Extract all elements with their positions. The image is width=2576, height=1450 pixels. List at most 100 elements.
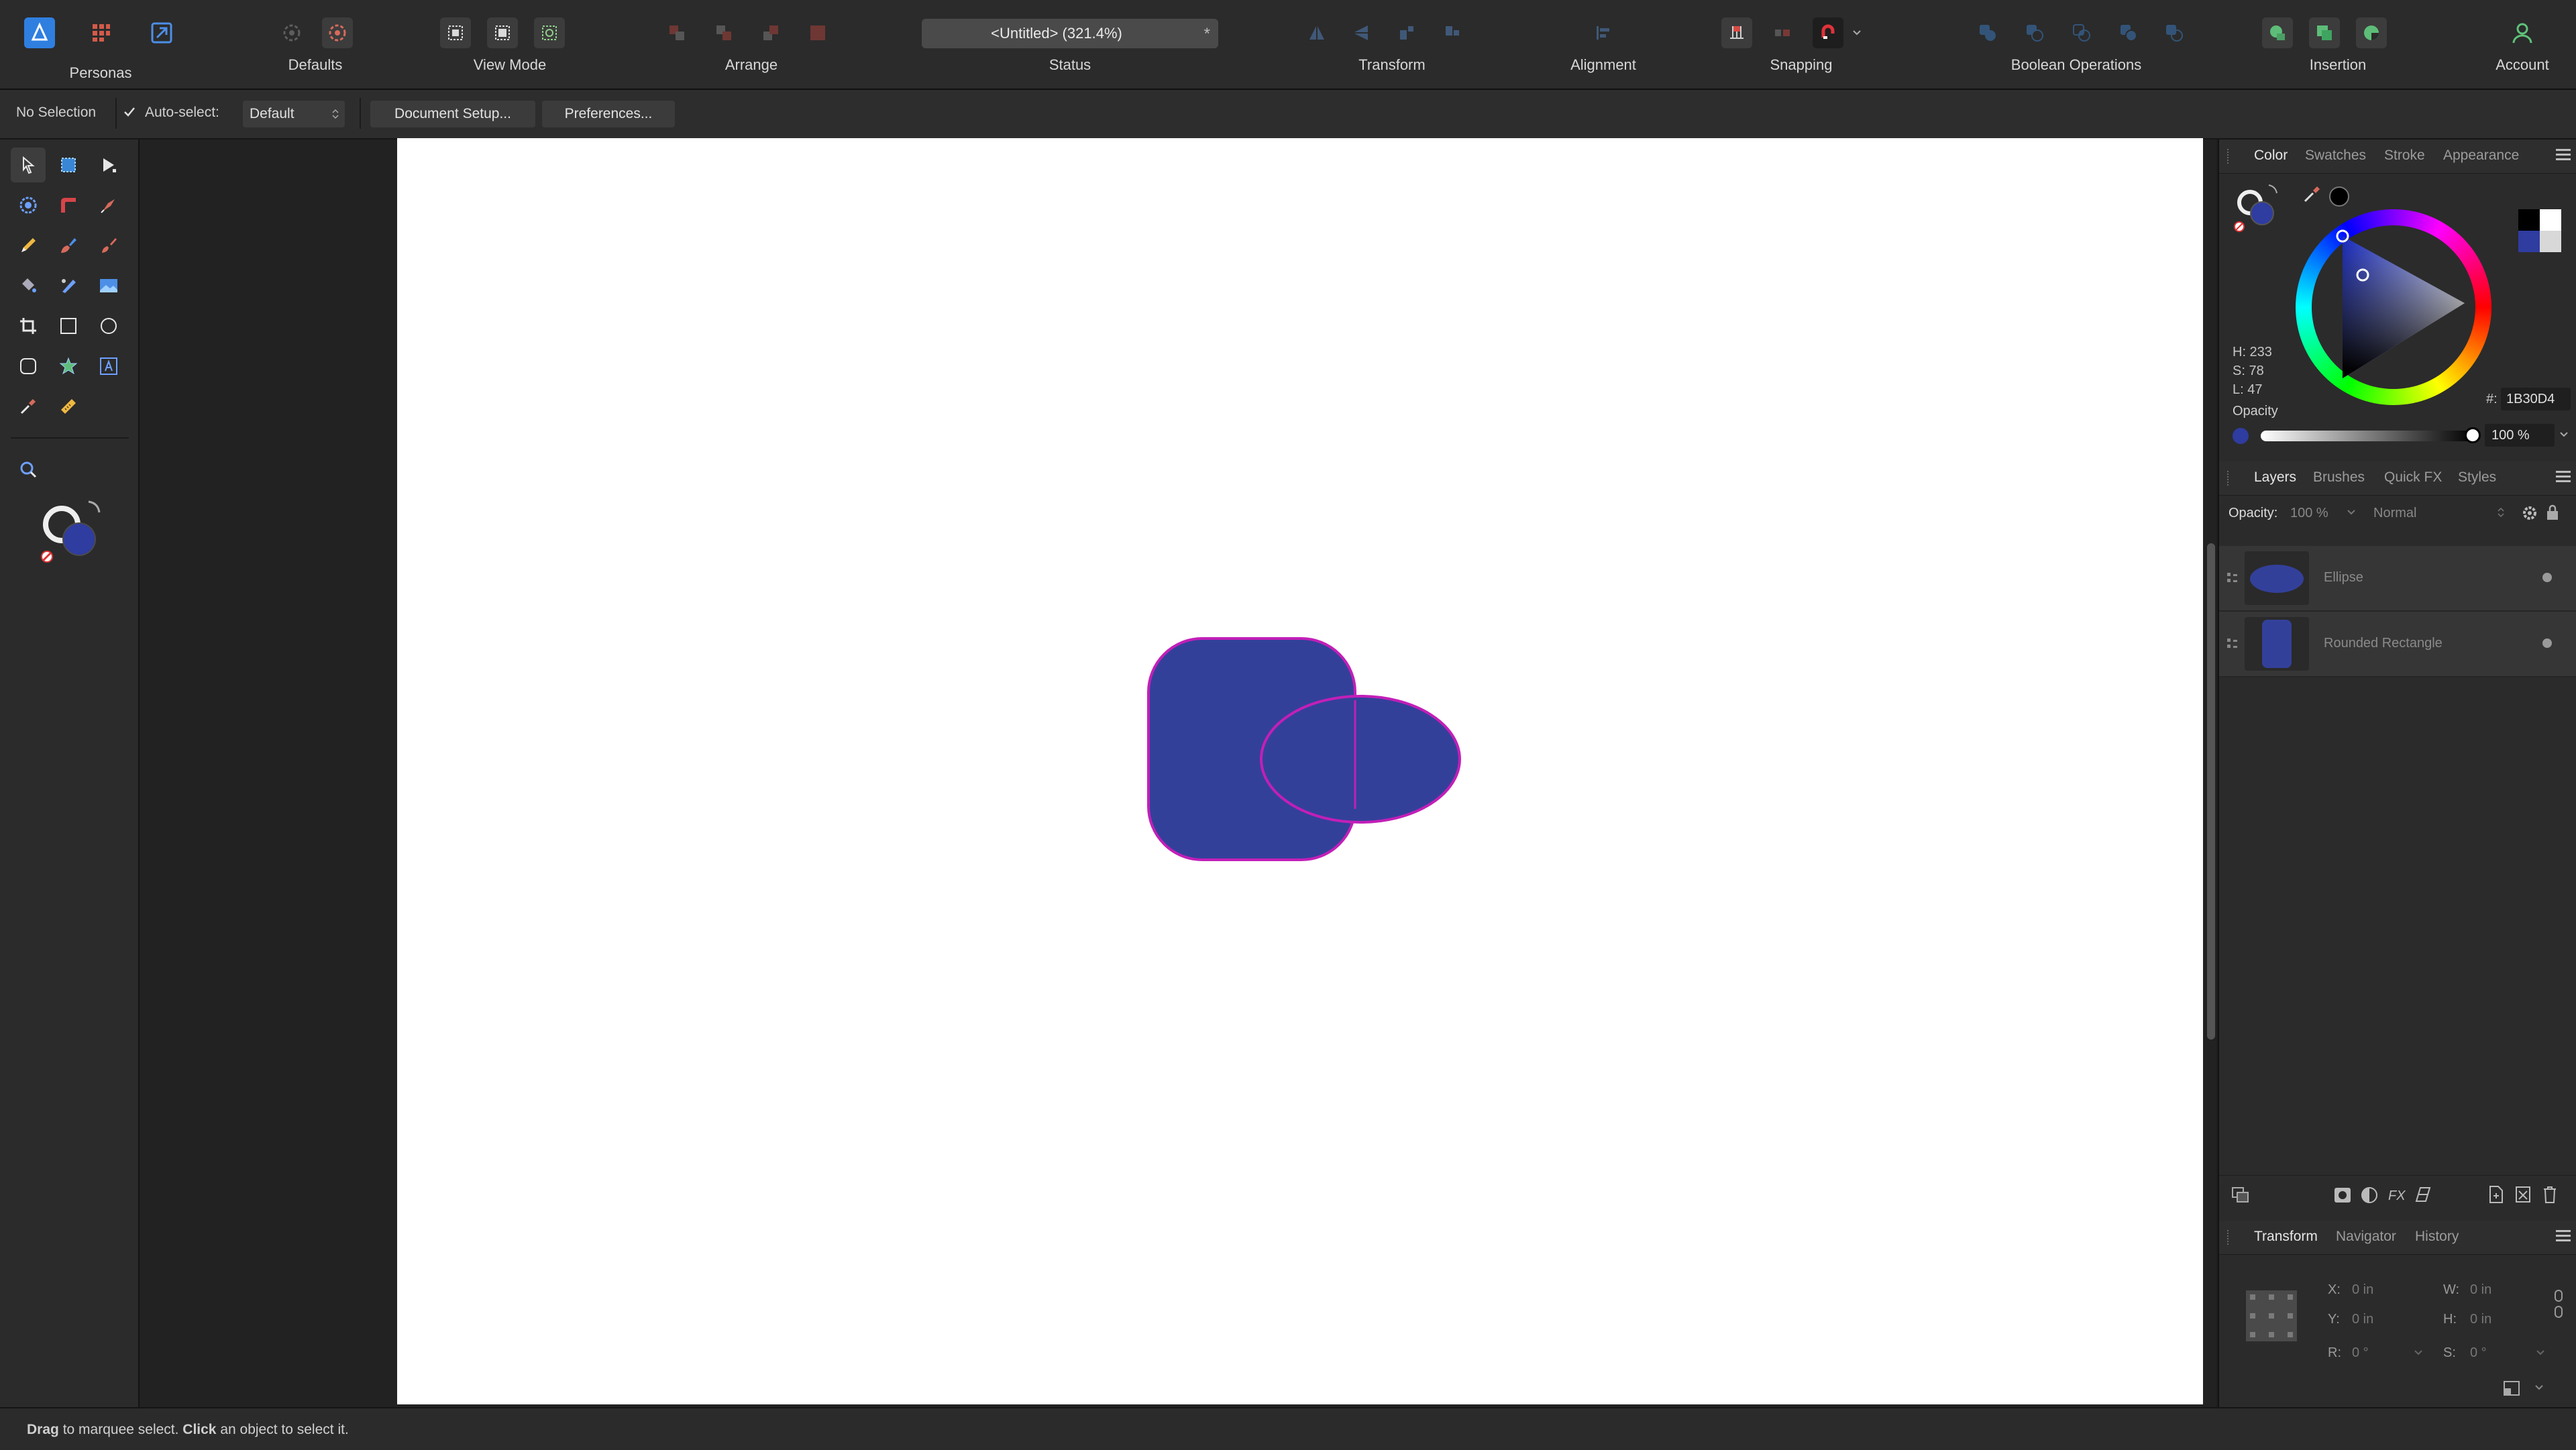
layers-panel-menu-icon[interactable] xyxy=(2556,471,2571,483)
adjustment-layer-icon[interactable] xyxy=(2360,1186,2379,1204)
boolean-intersect-icon[interactable] xyxy=(2066,17,2097,48)
pencil-tool-icon[interactable] xyxy=(11,228,46,263)
tab-layers[interactable]: Layers xyxy=(2254,469,2296,486)
opacity-slider[interactable] xyxy=(2261,427,2481,443)
delete-layer-icon[interactable] xyxy=(2541,1185,2559,1204)
color-triangle[interactable] xyxy=(2296,209,2491,405)
snapping-candidates-icon[interactable] xyxy=(1767,17,1798,48)
color-panel-menu-icon[interactable] xyxy=(2556,149,2571,161)
opacity-dropdown-icon[interactable] xyxy=(2559,429,2569,440)
shape-tool-icon[interactable] xyxy=(51,349,86,384)
artboard-tool-icon[interactable] xyxy=(51,148,86,182)
insert-behind-icon[interactable] xyxy=(2262,17,2293,48)
layer-drag-handle-icon[interactable] xyxy=(2226,637,2239,651)
boolean-add-icon[interactable] xyxy=(1972,17,2003,48)
color-fill-stroke-swatch[interactable] xyxy=(2231,181,2282,235)
layer-row[interactable]: Rounded Rectangle xyxy=(2219,612,2576,677)
flip-horizontal-icon[interactable] xyxy=(1301,17,1332,48)
point-transform-tool-icon[interactable] xyxy=(11,188,46,223)
rotation-chevron-icon[interactable] xyxy=(2414,1349,2423,1356)
tab-swatches[interactable]: Swatches xyxy=(2305,148,2366,164)
boolean-xor-icon[interactable] xyxy=(2113,17,2144,48)
zoom-tool-icon[interactable] xyxy=(11,452,46,487)
layer-name[interactable]: Ellipse xyxy=(2324,570,2363,585)
document-status-field[interactable]: <Untitled> (321.4%) * xyxy=(922,19,1218,48)
layer-row[interactable]: Ellipse xyxy=(2219,546,2576,612)
add-layer-icon[interactable] xyxy=(2487,1185,2505,1204)
rotate-right-icon[interactable] xyxy=(1437,17,1468,48)
document-canvas[interactable] xyxy=(397,138,2203,1404)
move-back-one-icon[interactable] xyxy=(708,17,739,48)
place-image-tool-icon[interactable] xyxy=(91,268,126,303)
boolean-subtract-icon[interactable] xyxy=(2019,17,2050,48)
live-filter-icon[interactable] xyxy=(2414,1185,2432,1204)
boolean-divide-icon[interactable] xyxy=(2159,17,2190,48)
color-picker-tool-icon[interactable] xyxy=(11,389,46,424)
move-tool-icon[interactable] xyxy=(11,148,46,182)
preferences-button[interactable]: Preferences... xyxy=(542,101,675,127)
snapping-grid-icon[interactable] xyxy=(1721,17,1752,48)
vector-brush-tool-icon[interactable] xyxy=(51,228,86,263)
insert-top-icon[interactable] xyxy=(2356,17,2387,48)
arrange-layers-icon[interactable] xyxy=(2231,1186,2250,1204)
designer-persona-icon[interactable] xyxy=(24,17,55,48)
panel-grip[interactable] xyxy=(2227,1230,2231,1245)
tab-transform[interactable]: Transform xyxy=(2254,1229,2318,1245)
revert-defaults-icon[interactable] xyxy=(322,17,353,48)
rectangle-tool-icon[interactable] xyxy=(51,309,86,343)
ellipse-shape[interactable] xyxy=(1260,695,1461,824)
hex-input[interactable]: 1B30D4 xyxy=(2501,388,2571,410)
tab-styles[interactable]: Styles xyxy=(2458,469,2496,486)
color-wheel[interactable] xyxy=(2296,209,2491,405)
transparency-tool-icon[interactable] xyxy=(51,268,86,303)
black-chip[interactable] xyxy=(2518,209,2540,231)
document-setup-button[interactable]: Document Setup... xyxy=(370,101,535,127)
layer-drag-handle-icon[interactable] xyxy=(2226,571,2239,585)
text-tool-icon[interactable] xyxy=(91,349,126,384)
layer-name[interactable]: Rounded Rectangle xyxy=(2324,636,2443,651)
shear-input[interactable]: 0 ° xyxy=(2470,1345,2487,1361)
tab-appearance[interactable]: Appearance xyxy=(2443,148,2519,164)
view-normal-icon[interactable] xyxy=(440,17,471,48)
rotation-input[interactable]: 0 ° xyxy=(2352,1345,2369,1361)
rounded-rectangle-tool-icon[interactable] xyxy=(11,349,46,384)
auto-select-checkbox[interactable] xyxy=(122,105,137,119)
corner-tool-icon[interactable] xyxy=(51,188,86,223)
shear-chevron-icon[interactable] xyxy=(2536,1349,2545,1356)
white-chip[interactable] xyxy=(2540,209,2561,231)
lock-icon[interactable] xyxy=(2545,503,2560,522)
crop-tool-icon[interactable] xyxy=(11,309,46,343)
move-to-back-icon[interactable] xyxy=(661,17,692,48)
transform-origin-icon[interactable] xyxy=(2502,1378,2524,1398)
anchor-selector[interactable] xyxy=(2246,1290,2297,1341)
blend-mode-updown-icon[interactable] xyxy=(2497,506,2505,519)
tab-navigator[interactable]: Navigator xyxy=(2336,1229,2396,1245)
transform-origin-chevron-icon[interactable] xyxy=(2534,1384,2544,1391)
sync-defaults-icon[interactable] xyxy=(276,17,307,48)
tab-color[interactable]: Color xyxy=(2254,148,2288,164)
move-to-front-icon[interactable] xyxy=(802,17,833,48)
snapping-magnet-icon[interactable] xyxy=(1813,17,1843,48)
y-input[interactable]: 0 in xyxy=(2352,1312,2373,1327)
view-split-icon[interactable] xyxy=(534,17,565,48)
x-input[interactable]: 0 in xyxy=(2352,1282,2373,1298)
previous-color-chip[interactable] xyxy=(2540,231,2561,252)
align-icon[interactable] xyxy=(1588,17,1619,48)
move-forward-one-icon[interactable] xyxy=(755,17,786,48)
auto-select-dropdown[interactable]: Default xyxy=(243,101,345,127)
account-icon[interactable] xyxy=(2507,17,2538,48)
fill-stroke-swatch[interactable] xyxy=(35,495,109,569)
vertical-scrollbar[interactable] xyxy=(2207,543,2215,1040)
rotate-left-icon[interactable] xyxy=(1391,17,1422,48)
tab-brushes[interactable]: Brushes xyxy=(2313,469,2365,486)
link-proportions-icon[interactable] xyxy=(2552,1288,2565,1320)
add-group-icon[interactable] xyxy=(2514,1185,2532,1204)
insert-inside-icon[interactable] xyxy=(2309,17,2340,48)
panel-grip[interactable] xyxy=(2227,149,2231,164)
node-tool-icon[interactable] xyxy=(91,148,126,182)
recent-colors[interactable] xyxy=(2518,209,2561,252)
pixel-persona-icon[interactable] xyxy=(86,17,117,48)
tab-history[interactable]: History xyxy=(2415,1229,2459,1245)
opacity-input[interactable]: 100 % xyxy=(2485,424,2555,447)
flip-vertical-icon[interactable] xyxy=(1346,17,1377,48)
